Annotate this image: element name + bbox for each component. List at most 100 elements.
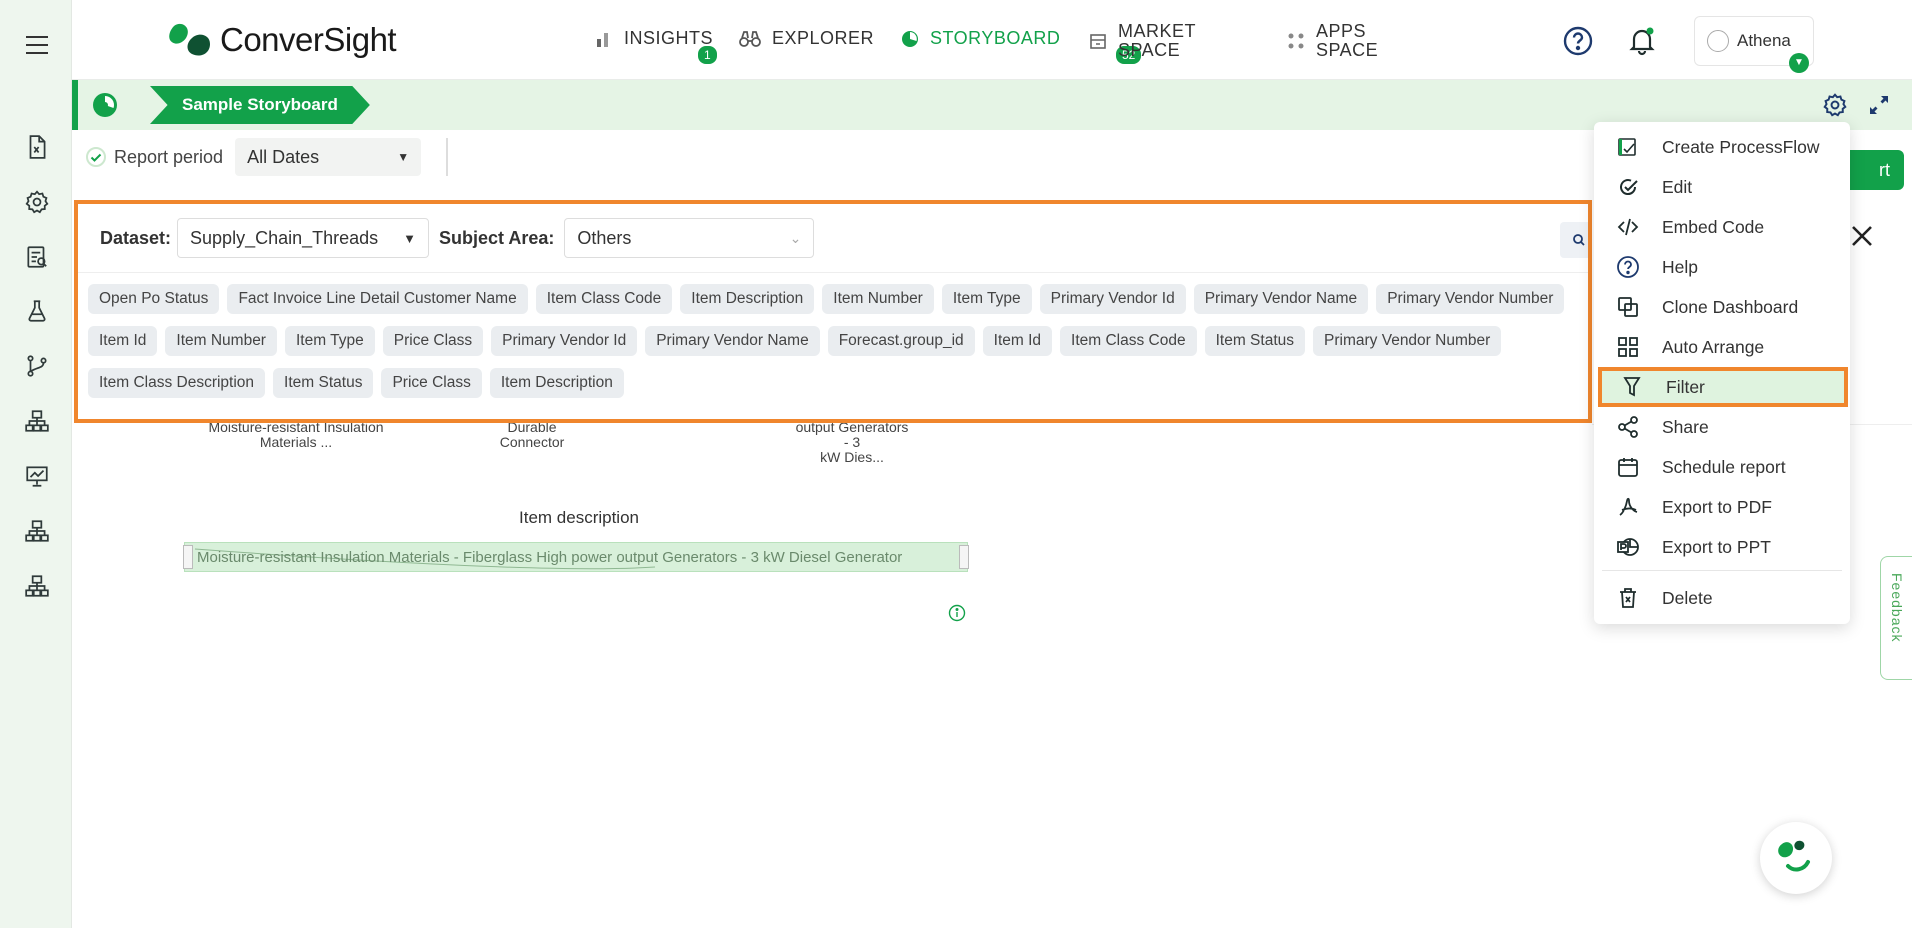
filter-chip[interactable]: Primary Vendor Number	[1313, 326, 1502, 356]
storyboard-icon	[902, 30, 918, 47]
settings-icon[interactable]	[24, 189, 50, 215]
filter-chip[interactable]: Item Description	[489, 368, 624, 398]
menu-item-export-ppt[interactable]: Export to PPT	[1594, 527, 1850, 567]
expand-icon[interactable]	[1868, 94, 1890, 116]
filter-chip[interactable]: Item Class Code	[535, 284, 673, 314]
menu-item-share[interactable]: Share	[1594, 407, 1850, 447]
chat-assistant-button[interactable]	[1760, 822, 1832, 894]
filter-chip[interactable]: Item Id	[982, 326, 1053, 356]
menu-divider	[1602, 570, 1842, 571]
filter-chip[interactable]: Primary Vendor Name	[1193, 284, 1369, 314]
menu-item-label: Auto Arrange	[1662, 336, 1765, 357]
info-icon[interactable]	[948, 604, 966, 622]
filter-chip[interactable]: Item Class Code	[1060, 326, 1197, 356]
menu-item-label: Delete	[1662, 587, 1713, 608]
branch-icon[interactable]	[24, 353, 50, 379]
nav-market-line1: MARKET	[1118, 21, 1197, 41]
gear-icon[interactable]	[1822, 92, 1848, 118]
filter-chips: Open Po Status Fact Invoice Line Detail C…	[88, 284, 1588, 410]
report-period-value: All Dates	[247, 146, 320, 167]
check-icon[interactable]	[86, 147, 106, 167]
menu-item-schedule-report[interactable]: Schedule report	[1594, 447, 1850, 487]
subject-area-select[interactable]: Others ⌄	[564, 218, 815, 258]
store-icon	[1090, 34, 1106, 49]
menu-item-edit[interactable]: Edit	[1594, 167, 1850, 207]
notification-bell-icon[interactable]	[1626, 25, 1658, 57]
filter-chip[interactable]: Item Number	[165, 326, 277, 356]
menu-item-export-pdf[interactable]: Export to PDF	[1594, 487, 1850, 527]
share-icon	[1618, 416, 1638, 438]
nav-apps-space[interactable]: APPS SPACE	[1286, 22, 1378, 60]
filter-chip[interactable]: Item Class Description	[88, 368, 266, 398]
nav-market-space[interactable]: MARKET SPACE	[1088, 22, 1196, 60]
storyboard-icon[interactable]	[92, 92, 118, 118]
filter-chip[interactable]: Forecast.group_id	[827, 326, 975, 356]
filter-chip[interactable]: Price Class	[382, 326, 484, 356]
menu-item-help[interactable]: Help	[1594, 247, 1850, 287]
filter-chip[interactable]: Item Description	[680, 284, 815, 314]
menu-item-label: Embed Code	[1662, 216, 1765, 237]
menu-item-create-processflow[interactable]: Create ProcessFlow	[1594, 127, 1850, 167]
menu-item-embed-code[interactable]: Embed Code	[1594, 207, 1850, 247]
filter-chip[interactable]: Item Status	[273, 368, 374, 398]
range-handle-left[interactable]	[183, 545, 193, 569]
subject-area-value: Others	[577, 227, 632, 248]
hierarchy-icon-2[interactable]	[24, 518, 50, 544]
menu-item-delete[interactable]: Delete	[1594, 578, 1850, 618]
filter-chip[interactable]: Open Po Status	[88, 284, 220, 314]
binoculars-icon	[739, 30, 761, 47]
filter-chip[interactable]: Primary Vendor Id	[491, 326, 638, 356]
presentation-icon[interactable]	[24, 463, 50, 489]
nav-storyboard-label: STORYBOARD	[930, 28, 1061, 48]
bar-chart-icon	[597, 32, 608, 47]
filter-chip[interactable]: Primary Vendor Id	[1039, 284, 1186, 314]
chevron-down-icon: ▼	[1789, 53, 1809, 73]
menu-item-auto-arrange[interactable]: Auto Arrange	[1594, 327, 1850, 367]
hamburger-menu-icon[interactable]	[26, 36, 48, 60]
menu-item-filter[interactable]: Filter	[1598, 367, 1848, 407]
filter-panel: Dataset: Supply_Chain_Threads ▼ Subject …	[74, 200, 1592, 423]
menu-item-label: Share	[1662, 416, 1709, 437]
menu-item-label: Export to PDF	[1662, 496, 1772, 517]
menu-item-label: Clone Dashboard	[1662, 296, 1799, 317]
excel-file-icon[interactable]	[24, 134, 50, 160]
user-menu[interactable]: Athena ▼	[1694, 16, 1814, 73]
menu-item-label: Create ProcessFlow	[1662, 136, 1820, 157]
search-button[interactable]	[1560, 222, 1588, 258]
chip-row-1: Open Po Status Fact Invoice Line Detail C…	[88, 284, 1588, 314]
filter-chip[interactable]: Item Id	[88, 326, 158, 356]
help-circle-icon[interactable]	[1562, 25, 1594, 57]
user-name: Athena	[1737, 31, 1791, 50]
hierarchy-icon-3[interactable]	[24, 573, 50, 599]
hierarchy-icon[interactable]	[24, 408, 50, 434]
conversight-logo[interactable]: ConverSight	[168, 20, 397, 60]
nav-insights[interactable]: INSIGHTS	[594, 28, 713, 49]
close-icon[interactable]	[1848, 222, 1876, 250]
chevron-down-icon: ⌄	[789, 229, 802, 246]
axis-title: Item description	[519, 508, 639, 527]
dataset-value: Supply_Chain_Threads	[190, 227, 379, 248]
storyboard-tab[interactable]: Sample Storyboard	[150, 86, 370, 124]
filter-chip[interactable]: Price Class	[381, 368, 482, 398]
bar-label-2: Durable Connector	[462, 420, 602, 450]
range-slider[interactable]: Moisture-resistant Insulation Materials …	[183, 542, 969, 572]
filter-chip[interactable]: Primary Vendor Name	[645, 326, 820, 356]
dataset-select[interactable]: Supply_Chain_Threads ▼	[177, 218, 430, 258]
nav-storyboard[interactable]: STORYBOARD	[900, 28, 1060, 49]
filter-chip[interactable]: Item Type	[284, 326, 375, 356]
flask-icon[interactable]	[24, 298, 50, 324]
report-period-label: Report period	[114, 146, 224, 167]
report-icon[interactable]	[24, 244, 50, 270]
filter-chip[interactable]: Fact Invoice Line Detail Customer Name	[227, 284, 528, 314]
filter-chip[interactable]: Item Status	[1204, 326, 1306, 356]
feedback-tab[interactable]: Feedback	[1880, 556, 1912, 680]
menu-item-clone-dashboard[interactable]: Clone Dashboard	[1594, 287, 1850, 327]
filter-chip[interactable]: Item Type	[941, 284, 1032, 314]
report-period-select[interactable]: All Dates ▼	[235, 138, 422, 176]
filter-chip[interactable]: Item Number	[822, 284, 934, 314]
menu-item-label: Edit	[1662, 176, 1693, 197]
nav-explorer[interactable]: EXPLORER	[738, 28, 874, 49]
report-period: Report period All Dates ▼	[86, 138, 422, 176]
range-handle-right[interactable]	[959, 545, 969, 569]
filter-chip[interactable]: Primary Vendor Number	[1376, 284, 1565, 314]
